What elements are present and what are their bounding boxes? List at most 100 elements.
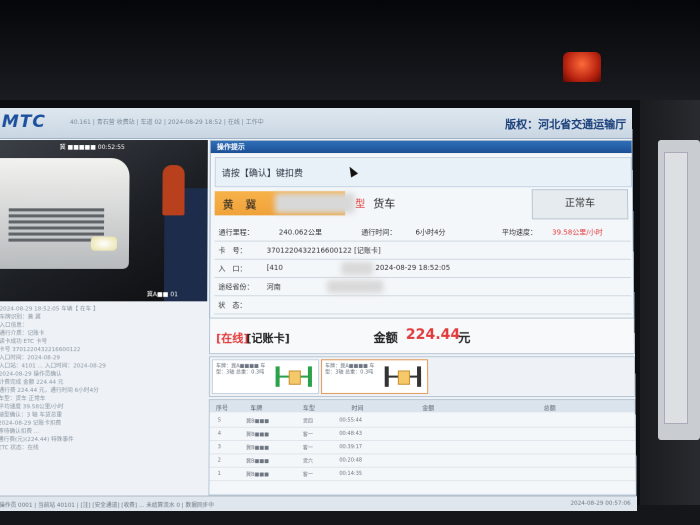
table-cell: 冀B■■■ xyxy=(246,444,269,451)
table-cell: 冀B■■■ xyxy=(246,471,269,478)
entry-time: 2024-08-29 18:52:05 xyxy=(375,264,450,272)
vehicle-type: 货车 xyxy=(373,195,395,211)
table-cell: 3 xyxy=(218,444,221,450)
operation-panel-title: 操作提示 xyxy=(211,141,632,153)
axle-text: 车牌：冀A■■■■ 车型：3轴 总重：0.3吨 xyxy=(325,363,382,375)
status-strip: 40.161 | 青石营 收费站 | 车道 02 | 2024-08-29 18… xyxy=(70,117,530,129)
log-line: 计费完成 金额 224.44 元 xyxy=(0,379,205,387)
lane-camera-feed: 冀 ■■■■■ 00:52:55 冀A■■ 01 xyxy=(0,140,208,301)
bottom-status-text: 操作员 0001 | 当前站 40101 | [注] [安全通道] [收费] .… xyxy=(0,501,214,509)
table-cell: 客一 xyxy=(303,431,313,438)
camera-stamp: 冀A■■ 01 xyxy=(147,289,178,298)
table-cell: 货六 xyxy=(303,457,313,464)
mouse-cursor-icon xyxy=(346,165,358,178)
normal-vehicle-badge: 正常车 xyxy=(532,189,629,219)
event-log: 2024-08-29 18:52:05 车辆【 在车 】 车牌识别：黄 冀 入口… xyxy=(0,305,205,499)
log-line: 卡号 3701220432216600122 xyxy=(0,346,205,354)
plate-redaction xyxy=(275,193,355,213)
plate-color: 黄 xyxy=(223,198,238,211)
table-cell: 5 xyxy=(218,417,221,423)
log-line: 2024-08-29 操作员确认 xyxy=(0,370,205,378)
truck-grille xyxy=(8,208,104,242)
log-line: 入口站：4101 ... 入口时间：2024-08-29 xyxy=(0,362,205,370)
table-header: 序号 车牌 车型 时间 金额 总额 xyxy=(210,400,635,412)
truck-image xyxy=(0,158,130,269)
entry-row: 入 口： [410 2024-08-29 18:52:05 xyxy=(214,260,631,278)
speed-value: 39.58公里/小时 xyxy=(552,227,603,237)
org-name: 版权：河北省交通运输厅 xyxy=(505,116,626,132)
time-value: 6小时4分 xyxy=(415,227,445,237)
log-line: 入口时间：2024-08-29 xyxy=(0,354,205,362)
log-line: 通行费(元)(224.44) 特殊事件 xyxy=(0,436,205,444)
plate-prefix: 冀 xyxy=(245,198,260,211)
log-line: 读卡成功 ETC 卡号 xyxy=(0,338,205,346)
axle-text: 车牌：冀A■■■■ 车型：3轴 总重：0.3吨 xyxy=(216,363,273,375)
card-label: 卡 号： xyxy=(218,246,246,256)
warning-beacon-light xyxy=(563,52,601,82)
amount-label: 金额 xyxy=(373,329,397,346)
route-row: 途经省份： 河南 xyxy=(214,278,631,296)
table-header-cell: 车牌 xyxy=(250,403,262,412)
entry-label: 入 口： xyxy=(218,264,246,274)
table-cell: 客一 xyxy=(303,471,313,478)
axle-diagram-icon xyxy=(383,366,423,386)
log-line: 平均速度 39.58公里/小时 xyxy=(0,403,205,411)
vehicle-info-row: 黄 冀 型 货车 正常车 xyxy=(215,189,631,219)
side-equipment-panel xyxy=(658,140,700,440)
log-line: 2024-08-29 记账卡扣费 xyxy=(0,420,205,428)
entry-redaction xyxy=(341,262,373,275)
monitor-top-bezel xyxy=(0,0,700,100)
top-status-bar: MTC 40.161 | 青石营 收费站 | 车道 02 | 2024-08-2… xyxy=(0,108,632,139)
logo: MTC xyxy=(2,112,46,132)
table-cell: 00:39:17 xyxy=(339,444,362,450)
online-status: [在线] xyxy=(216,330,248,346)
table-cell: 冀B■■■ xyxy=(246,417,269,424)
amount-value: 224.44 xyxy=(406,327,461,343)
axle-cell[interactable]: 车牌：冀A■■■■ 车型：3轴 总重：0.3吨 xyxy=(212,359,319,394)
table-cell: 4 xyxy=(218,431,221,437)
toll-terminal-screen: MTC 40.161 | 青石营 收费站 | 车道 02 | 2024-08-2… xyxy=(0,108,637,511)
table-row[interactable]: 1 冀B■■■ 客一 00:14:35 xyxy=(209,467,635,481)
table-cell: 客一 xyxy=(303,444,313,451)
table-row[interactable]: 2 冀B■■■ 货六 00:20:48 xyxy=(210,453,636,467)
table-cell: 00:48:43 xyxy=(339,431,362,437)
log-line: 轴型确认：3 轴 车货总重 xyxy=(0,411,205,419)
log-line: 2024-08-29 18:52:05 车辆【 在车 】 xyxy=(0,305,205,313)
log-line: 入口信息： xyxy=(0,322,205,330)
vehicle-type-suffix: 型 xyxy=(355,195,365,210)
table-header-cell: 序号 xyxy=(216,403,228,412)
table-header-cell: 总额 xyxy=(544,403,556,412)
camera-caption: 冀 ■■■■■ 00:52:55 xyxy=(60,142,125,151)
mileage-label: 通行里程： xyxy=(219,227,254,237)
log-line: 通行介质：记账卡 xyxy=(0,330,205,338)
table-header-cell: 金额 xyxy=(422,403,434,412)
table-header-cell: 车型 xyxy=(303,403,315,412)
route-redaction xyxy=(327,280,383,293)
bottom-status-bar: 操作员 0001 | 当前站 40101 | [注] [安全通道] [收费] .… xyxy=(0,496,637,511)
amount-unit: 元 xyxy=(458,329,470,346)
transaction-table: 序号 车牌 车型 时间 金额 总额 5 冀B■■■ 货四 00:55:44 4 … xyxy=(208,399,636,495)
payment-bar: [在线] [记账卡] 金额 224.44 元 xyxy=(209,318,635,355)
axle-cell[interactable]: 车牌：冀A■■■■ 车型：3轴 总重：0.3吨 xyxy=(321,359,428,394)
table-row[interactable]: 4 冀B■■■ 客一 00:48:43 xyxy=(210,427,635,441)
route-label: 途经省份： xyxy=(218,282,253,292)
axle-diagram-icon xyxy=(274,366,314,386)
table-row[interactable]: 5 冀B■■■ 货四 00:55:44 xyxy=(210,413,635,427)
bottom-clock: 2024-08-29 00:57:06 xyxy=(570,501,630,507)
log-line: 车型：货车 正常车 xyxy=(0,395,205,403)
operator-person xyxy=(162,165,184,215)
card-row: 卡 号： 3701220432216600122 [记账卡] xyxy=(214,242,630,260)
table-cell: 2 xyxy=(218,457,221,463)
mileage-value: 240.062公里 xyxy=(279,227,322,237)
table-cell: 冀B■■■ xyxy=(246,431,269,438)
mileage-row: 通行里程： 240.062公里 通行时间： 6小时4分 平均速度： 39.58公… xyxy=(214,223,630,241)
route-value: 河南 xyxy=(267,282,281,292)
table-cell: 1 xyxy=(218,471,221,477)
confirm-prompt: 请按【确认】键扣费 xyxy=(222,166,303,179)
table-cell: 00:14:35 xyxy=(339,471,362,477)
speed-label: 平均速度： xyxy=(502,227,537,237)
axle-panel: 车牌：冀A■■■■ 车型：3轴 总重：0.3吨 车牌：冀A■■■■ 车型：3轴 … xyxy=(209,356,636,397)
table-cell: 00:55:44 xyxy=(339,417,362,423)
table-row[interactable]: 3 冀B■■■ 客一 00:39:17 xyxy=(210,440,636,454)
state-label: 状 态： xyxy=(218,300,246,310)
